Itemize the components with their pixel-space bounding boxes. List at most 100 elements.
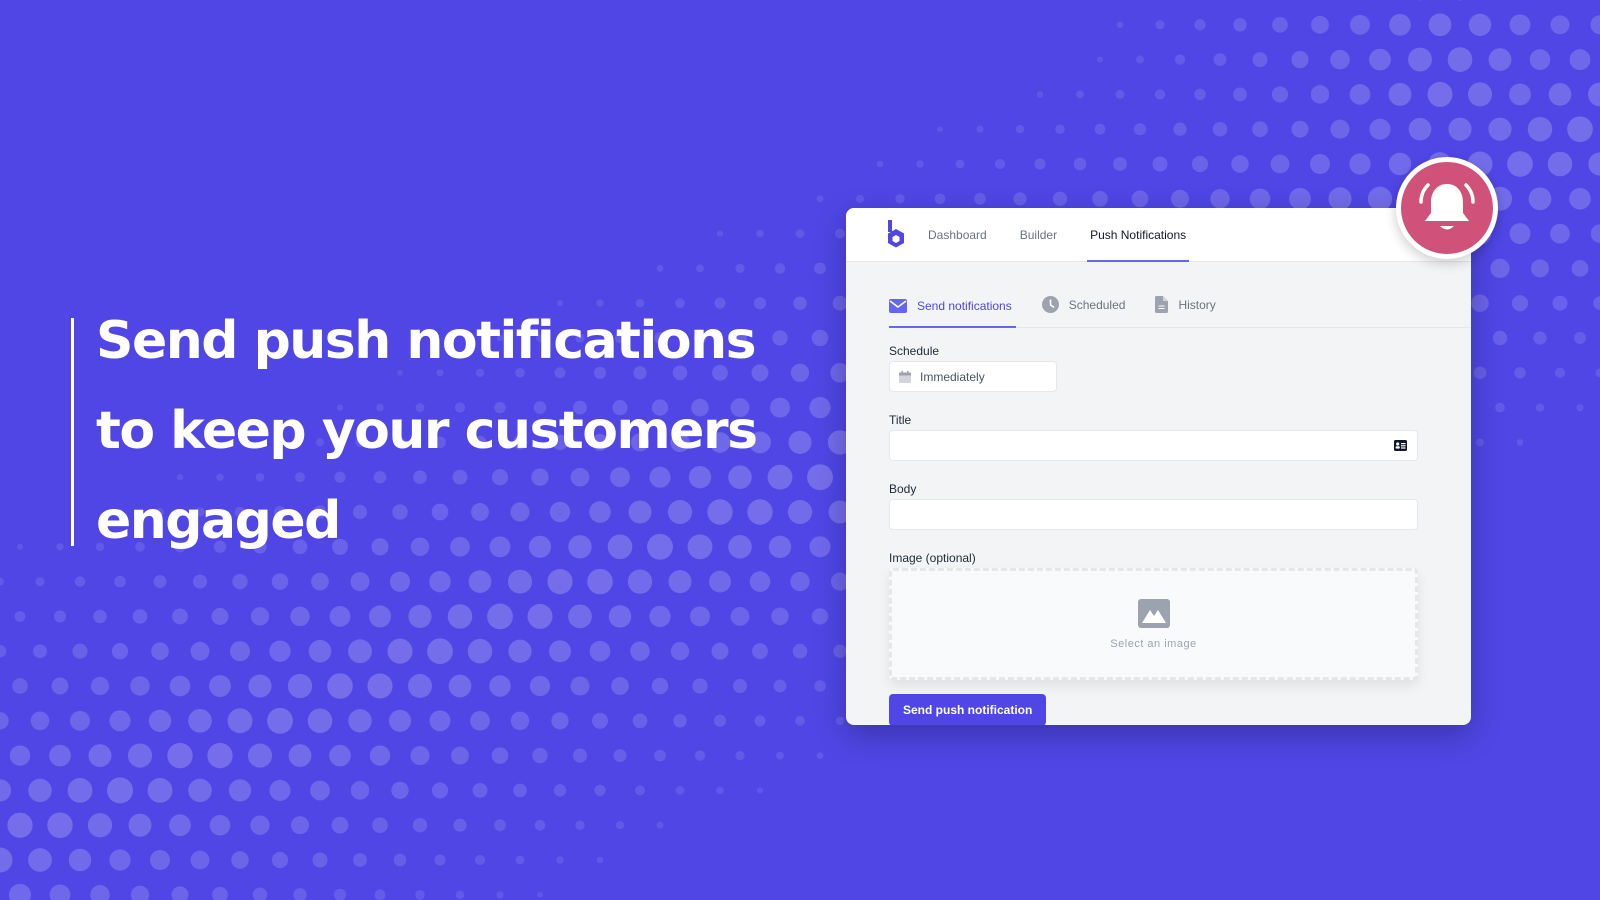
background-dot [1488,48,1512,72]
background-dot [732,678,748,694]
image-dropzone[interactable]: Select an image [889,568,1418,680]
background-dot [1495,402,1505,413]
background-dot [228,779,252,802]
background-dot [132,609,148,624]
background-dot [510,711,530,731]
nav-push-notifications[interactable]: Push Notifications [1087,208,1190,262]
background-dot [556,856,564,864]
top-navigation: Dashboard Builder Push Notifications [846,208,1471,262]
background-dot [1330,119,1350,139]
app-window: Dashboard Builder Push Notifications Sen… [846,208,1471,725]
background-dot [348,709,372,733]
background-dot [1291,120,1309,138]
document-icon [1155,296,1169,313]
background-dot [735,263,745,274]
background-dot [587,568,613,595]
background-dot [14,610,26,622]
background-dot [68,848,92,872]
background-dot [0,644,7,658]
background-dot [434,854,446,866]
envelope-icon [889,299,907,313]
background-dot [167,742,193,769]
background-dot [934,193,946,205]
background-dot [1388,82,1412,106]
background-dot [248,674,272,698]
background-dot [756,787,764,794]
background-dot [49,884,71,900]
background-dot [792,643,808,659]
background-dot [1516,439,1524,446]
background-dot [1231,155,1249,173]
clock-icon [1041,296,1059,313]
background-dot [670,642,690,661]
tab-scheduled[interactable]: Scheduled [1041,296,1130,327]
background-dot [1092,190,1108,207]
background-dot [835,228,845,239]
background-dot [87,813,113,838]
background-dot [207,742,233,769]
background-dot [1233,18,1247,32]
tab-history[interactable]: History [1155,296,1219,327]
background-dot [1509,83,1531,106]
body-input[interactable] [890,500,1407,529]
background-dot [127,743,153,768]
background-dot [1270,154,1290,174]
background-dot [630,641,650,661]
background-dot [1488,117,1512,141]
background-dot [1574,332,1586,344]
background-dot [212,886,228,900]
background-dot [232,573,248,590]
background-dot [111,643,129,660]
background-dot [229,641,251,662]
background-dot [489,675,511,697]
background-dot [374,889,386,900]
background-dot [1034,158,1046,170]
background-dot [1170,189,1190,208]
background-dot [1052,191,1068,206]
background-dot [1194,19,1206,31]
background-dot [33,644,47,659]
background-dot [307,708,333,734]
background-dot [833,644,847,658]
background-dot [114,575,126,588]
background-dot [1212,121,1228,137]
background-dot [1447,47,1473,72]
background-dot [9,745,31,766]
background-dot [1576,404,1584,412]
background-dot [709,570,731,593]
nav-builder[interactable]: Builder [1020,208,1057,262]
hero-section: Send push notifications to keep your cus… [71,311,816,551]
background-dot [795,229,805,238]
contact-card-icon[interactable] [1394,440,1407,451]
background-dot [1194,88,1206,101]
background-dot [692,678,708,694]
background-dot [1289,187,1311,210]
background-dot [192,574,208,589]
background-dot [534,819,546,831]
background-dot [1173,122,1187,136]
background-dot [171,886,189,900]
background-dot [149,849,171,871]
background-dot [169,814,191,837]
background-dot [1476,438,1484,447]
title-input[interactable] [890,431,1394,460]
background-dot [148,709,172,733]
background-dot [937,126,943,133]
schedule-picker[interactable]: Immediately [889,361,1057,392]
background-dot [632,713,648,729]
tab-send-notifications[interactable]: Send notifications [889,299,1016,328]
background-dot [668,570,692,594]
background-dot [1550,223,1570,244]
background-dot [1590,15,1600,35]
background-dot [1427,81,1453,107]
background-dot [716,786,724,795]
send-push-notification-button[interactable]: Send push notification [889,694,1047,725]
background-dot [47,812,73,838]
background-dot [1272,16,1288,33]
background-dot [1330,49,1350,70]
nav-dashboard[interactable]: Dashboard [928,208,987,262]
background-dot [1588,82,1600,107]
background-dot [537,891,543,898]
background-dot [427,638,453,665]
background-dot [816,195,824,203]
